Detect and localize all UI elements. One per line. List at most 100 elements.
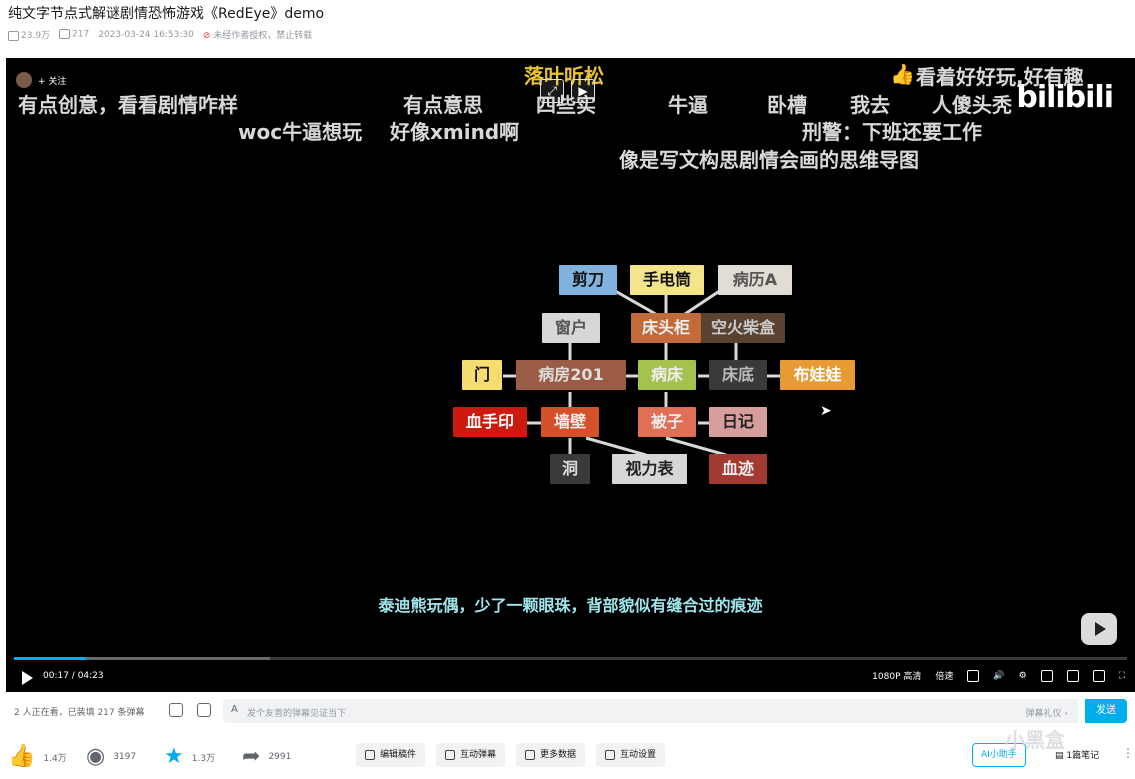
coin-count: 3197 — [113, 752, 137, 762]
views-count: 23.9万 — [21, 31, 51, 41]
danmaku-stat: 217 — [59, 29, 89, 40]
danmaku-toggle-icon[interactable] — [169, 703, 183, 717]
viewer-count: 2 人正在看，已装填 217 条弹幕 — [14, 708, 145, 718]
node-label: 墙壁 — [553, 412, 586, 431]
volume-icon[interactable]: 🔊 — [993, 671, 1004, 681]
headset-icon — [605, 749, 615, 760]
node-label: 被子 — [650, 412, 683, 431]
node-label: 门 — [473, 365, 490, 384]
danmaku-placeholder: 发个友善的弹幕见证当下 — [247, 709, 347, 719]
share-icon: ➦ — [242, 744, 261, 769]
play-icon[interactable] — [22, 671, 33, 685]
notes-label: 1篇笔记 — [1066, 751, 1100, 761]
interactive-danmaku-button[interactable]: 互动弹幕 — [436, 743, 506, 767]
forbid-icon: ⊘ — [202, 31, 211, 41]
coin-button[interactable]: ◉ 3197 — [86, 746, 136, 768]
mindmap-node: 洞 — [550, 454, 590, 484]
danmaku-input[interactable]: A 发个友善的弹幕见证当下 弹幕礼仪 › — [223, 699, 1078, 723]
node-label: 布娃娃 — [793, 365, 842, 384]
mindmap-node: 血迹 — [709, 454, 767, 484]
mindmap-node: 空火柴盒 — [701, 313, 785, 343]
mindmap-node: 日记 — [709, 407, 767, 437]
node-label: 手电筒 — [642, 270, 691, 289]
like-icon: 👍 — [8, 744, 36, 769]
node-label: 病床 — [650, 365, 683, 384]
mouse-cursor-icon: ➤ — [820, 403, 832, 419]
time-display: 00:17 / 04:23 — [43, 671, 104, 681]
node-label: 血手印 — [465, 412, 514, 431]
more-menu-icon[interactable]: ⋮ — [1122, 746, 1134, 760]
star-icon: ★ — [164, 744, 184, 769]
mindmap-node: 病房201 — [516, 360, 626, 390]
fullscreen-icon[interactable]: ⛶ — [1119, 671, 1125, 681]
pin-icon — [445, 749, 455, 760]
bilibili-tv-icon — [1081, 613, 1117, 645]
mindmap-node: 墙壁 — [541, 407, 599, 437]
mindmap-node: 床头柜 — [631, 313, 701, 343]
watermark: 小黑盒 — [1005, 728, 1065, 752]
pip-icon[interactable] — [1040, 669, 1053, 682]
action-bar: 👍 1.4万 ◉ 3197 ★ 1.3万 ➦ 2991 编辑稿件 互动弹幕 更多数据 互… — [0, 738, 1135, 774]
play-count-icon — [8, 30, 19, 41]
more-data-button[interactable]: 更多数据 — [516, 743, 586, 767]
node-label: 血迹 — [721, 459, 754, 478]
node-label: 病历A — [732, 270, 778, 289]
views-stat: 23.9万 — [8, 28, 50, 41]
node-label: 窗户 — [554, 318, 587, 337]
node-label: 床头柜 — [641, 318, 690, 337]
mindmap-node: 血手印 — [453, 407, 527, 437]
mindmap-node: 视力表 — [612, 454, 687, 484]
settings-icon[interactable]: ⚙ — [1019, 671, 1027, 681]
node-label: 视力表 — [625, 459, 674, 478]
publish-date: 2023-03-24 16:53:30 — [98, 29, 194, 40]
edit-label: 编辑稿件 — [380, 750, 417, 760]
mindmap-node: 病床 — [638, 360, 696, 390]
danmaku-count: 217 — [72, 29, 90, 40]
mindmap-node: 床底 — [709, 360, 767, 390]
subtitle-off-icon[interactable] — [967, 669, 980, 682]
mindmap-node: 门 — [462, 360, 502, 390]
node-label: 床底 — [721, 365, 754, 384]
favorite-count: 1.3万 — [191, 753, 216, 764]
widescreen-icon[interactable] — [1066, 669, 1079, 682]
danmaku-bar: 2 人正在看，已装填 217 条弹幕 A 发个友善的弹幕见证当下 弹幕礼仪 › … — [0, 692, 1135, 730]
send-button[interactable]: 发送 — [1085, 699, 1127, 723]
video-player[interactable]: + 关注 落叶听松 👍 看着好好玩,好有趣 有点创意，看看剧情咋样 有点意思 四… — [6, 58, 1135, 692]
right-controls: 1080P 高清 倍速 🔊 ⚙ ⛶ — [872, 669, 1125, 682]
node-label: 剪刀 — [571, 270, 604, 289]
mindmap-node: 病历A — [718, 265, 792, 295]
mindmap-node: 布娃娃 — [780, 360, 855, 390]
web-fullscreen-icon[interactable] — [1092, 669, 1105, 682]
coin-icon: ◉ — [86, 744, 106, 769]
progress-bar[interactable] — [14, 657, 1127, 660]
share-button[interactable]: ➦ 2991 — [242, 746, 291, 768]
mindmap-node: 窗户 — [542, 313, 600, 343]
played-bar — [14, 657, 87, 660]
player-controls: 00:17 / 04:23 1080P 高清 倍速 🔊 ⚙ ⛶ — [6, 664, 1135, 692]
mindmap-node: 剪刀 — [559, 265, 617, 295]
chart-icon — [525, 749, 535, 760]
video-meta: 23.9万 217 2023-03-24 16:53:30 ⊘ 未经作者授权，禁… — [8, 28, 312, 41]
interactive-settings-label: 互动设置 — [620, 750, 657, 760]
like-button[interactable]: 👍 1.4万 — [8, 746, 67, 768]
edit-icon — [365, 749, 375, 760]
copyright-notice: ⊘ 未经作者授权，禁止转载 — [203, 28, 312, 41]
interactive-settings-button[interactable]: 互动设置 — [596, 743, 666, 767]
favorite-button[interactable]: ★ 1.3万 — [164, 746, 215, 768]
font-style-icon[interactable]: A — [231, 704, 238, 715]
more-data-label: 更多数据 — [540, 750, 577, 760]
edit-button[interactable]: 编辑稿件 — [356, 743, 426, 767]
like-count: 1.4万 — [43, 753, 67, 764]
danmaku-settings-icon[interactable] — [197, 703, 211, 717]
node-label: 空火柴盒 — [710, 318, 775, 337]
node-label: 洞 — [561, 459, 578, 478]
mindmap-node: 手电筒 — [630, 265, 704, 295]
share-count: 2991 — [268, 752, 292, 762]
video-subtitle: 泰迪熊玩偶，少了一颗眼珠，背部貌似有缝合过的痕迹 — [378, 596, 763, 615]
video-title: 纯文字节点式解谜剧情恐怖游戏《RedEye》demo — [8, 6, 325, 22]
interactive-danmaku-label: 互动弹幕 — [460, 750, 497, 760]
speed-selector[interactable]: 倍速 — [935, 669, 953, 682]
quality-selector[interactable]: 1080P 高清 — [872, 669, 921, 682]
danmaku-count-icon — [59, 29, 71, 40]
danmaku-etiquette-link[interactable]: 弹幕礼仪 › — [1026, 706, 1068, 719]
